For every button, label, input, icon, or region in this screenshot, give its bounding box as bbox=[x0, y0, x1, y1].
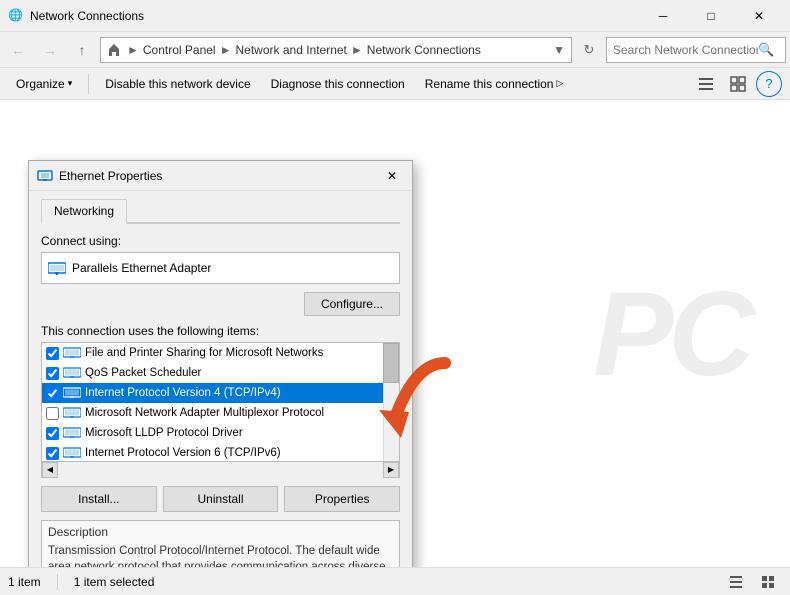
properties-button[interactable]: Properties bbox=[284, 486, 400, 512]
horizontal-scrollbar[interactable]: ◀ ▶ bbox=[41, 462, 400, 478]
status-detail-view[interactable] bbox=[754, 569, 782, 595]
status-view-buttons bbox=[722, 569, 782, 595]
list-item-checkbox[interactable] bbox=[46, 387, 59, 400]
forward-button[interactable]: → bbox=[36, 36, 64, 64]
breadcrumb-home bbox=[107, 42, 123, 57]
search-box[interactable]: 🔍 bbox=[606, 37, 786, 63]
address-path[interactable]: ► Control Panel ► Network and Internet ►… bbox=[100, 37, 572, 63]
arrow-indicator bbox=[365, 348, 455, 448]
path-dropdown[interactable]: ▼ bbox=[553, 43, 565, 57]
networking-tab[interactable]: Networking bbox=[41, 199, 127, 224]
rename-button[interactable]: Rename this connection ▷ bbox=[417, 71, 572, 97]
list-item[interactable]: File and Printer Sharing for Microsoft N… bbox=[42, 343, 383, 363]
list-item-checkbox[interactable] bbox=[46, 347, 59, 360]
change-settings-button[interactable] bbox=[692, 71, 720, 97]
description-group: Description Transmission Control Protoco… bbox=[41, 520, 400, 567]
list-item-icon bbox=[63, 367, 81, 379]
organize-button[interactable]: Organize ▾ bbox=[8, 71, 80, 97]
items-label: This connection uses the following items… bbox=[41, 324, 400, 338]
breadcrumb-control-panel[interactable]: Control Panel bbox=[143, 43, 216, 57]
list-item-checkbox[interactable] bbox=[46, 427, 59, 440]
back-button[interactable]: ← bbox=[4, 36, 32, 64]
list-item-label: Microsoft LLDP Protocol Driver bbox=[85, 427, 243, 439]
list-item-label: Internet Protocol Version 4 (TCP/IPv4) bbox=[85, 387, 281, 399]
dialog-icon bbox=[37, 168, 53, 184]
list-item-label: Internet Protocol Version 6 (TCP/IPv6) bbox=[85, 447, 281, 459]
title-bar: 🌐 Network Connections ─ □ ✕ bbox=[0, 0, 790, 32]
disable-button[interactable]: Disable this network device bbox=[97, 71, 258, 97]
maximize-button[interactable]: □ bbox=[688, 0, 734, 32]
adapter-name: Parallels Ethernet Adapter bbox=[72, 261, 211, 275]
hscroll-left[interactable]: ◀ bbox=[42, 462, 58, 478]
list-item[interactable]: Microsoft Network Adapter Multiplexor Pr… bbox=[42, 403, 383, 423]
search-icon: 🔍 bbox=[758, 42, 774, 58]
dialog-title-bar: Ethernet Properties ✕ bbox=[29, 161, 412, 191]
status-list-view[interactable] bbox=[722, 569, 750, 595]
search-input[interactable] bbox=[613, 43, 758, 57]
main-content: PC Ethernet Properties ✕ bbox=[0, 100, 790, 567]
dialog-body: Networking Connect using: Parallels Ethe… bbox=[29, 191, 412, 567]
settings-icon bbox=[698, 76, 714, 92]
install-button[interactable]: Install... bbox=[41, 486, 157, 512]
address-bar: ← → ↑ ► Control Panel ► Network and Inte… bbox=[0, 32, 790, 68]
dialog-title: Ethernet Properties bbox=[59, 169, 380, 183]
watermark: PC bbox=[593, 265, 750, 403]
list-view-icon bbox=[728, 574, 744, 590]
list-item-label: QoS Packet Scheduler bbox=[85, 367, 201, 379]
items-list: File and Printer Sharing for Microsoft N… bbox=[41, 342, 400, 462]
window-title: Network Connections bbox=[30, 9, 640, 23]
window-icon: 🌐 bbox=[8, 8, 24, 24]
list-item-icon bbox=[63, 347, 81, 359]
list-item-icon bbox=[63, 447, 81, 459]
toolbar-separator bbox=[88, 74, 89, 94]
list-item-checkbox[interactable] bbox=[46, 367, 59, 380]
breadcrumb-network-connections[interactable]: Network Connections bbox=[367, 43, 481, 57]
connect-using-label: Connect using: bbox=[41, 234, 400, 248]
list-item[interactable]: Internet Protocol Version 4 (TCP/IPv4) bbox=[42, 383, 383, 403]
ethernet-properties-dialog: Ethernet Properties ✕ Networking Connect… bbox=[28, 160, 413, 567]
tab-bar: Networking bbox=[41, 199, 400, 224]
description-title: Description bbox=[48, 525, 393, 539]
uninstall-button[interactable]: Uninstall bbox=[163, 486, 279, 512]
list-item[interactable]: Internet Protocol Version 6 (TCP/IPv6) bbox=[42, 443, 383, 462]
selected-count: 1 item selected bbox=[74, 575, 155, 589]
adapter-icon bbox=[48, 261, 66, 275]
organize-chevron: ▾ bbox=[68, 78, 73, 89]
view-toggle-button[interactable] bbox=[724, 71, 752, 97]
up-button[interactable]: ↑ bbox=[68, 36, 96, 64]
list-item[interactable]: QoS Packet Scheduler bbox=[42, 363, 383, 383]
hscroll-right[interactable]: ▶ bbox=[383, 462, 399, 478]
list-item-icon bbox=[63, 427, 81, 439]
help-button[interactable]: ? bbox=[756, 71, 782, 97]
list-item-checkbox[interactable] bbox=[46, 407, 59, 420]
view-icon bbox=[730, 76, 746, 92]
detail-view-icon bbox=[760, 574, 776, 590]
minimize-button[interactable]: ─ bbox=[640, 0, 686, 32]
configure-button[interactable]: Configure... bbox=[304, 292, 400, 316]
breadcrumb-network-internet[interactable]: Network and Internet bbox=[236, 43, 347, 57]
diagnose-button[interactable]: Diagnose this connection bbox=[263, 71, 413, 97]
list-item[interactable]: Microsoft LLDP Protocol Driver bbox=[42, 423, 383, 443]
item-count: 1 item bbox=[8, 575, 41, 589]
list-item-icon bbox=[63, 407, 81, 419]
list-item-label: Microsoft Network Adapter Multiplexor Pr… bbox=[85, 407, 324, 419]
dialog-close-button[interactable]: ✕ bbox=[380, 164, 404, 188]
toolbar-right: ? bbox=[692, 71, 782, 97]
adapter-box: Parallels Ethernet Adapter bbox=[41, 252, 400, 284]
window-controls: ─ □ ✕ bbox=[640, 0, 782, 32]
status-bar: 1 item 1 item selected bbox=[0, 567, 790, 595]
rename-chevron: ▷ bbox=[556, 78, 563, 89]
close-button[interactable]: ✕ bbox=[736, 0, 782, 32]
hscroll-track[interactable] bbox=[58, 462, 383, 478]
action-buttons: Install... Uninstall Properties bbox=[41, 486, 400, 512]
list-item-icon bbox=[63, 387, 81, 399]
refresh-button[interactable]: ↻ bbox=[576, 37, 602, 63]
status-separator bbox=[57, 574, 58, 590]
description-text: Transmission Control Protocol/Internet P… bbox=[48, 543, 393, 567]
toolbar: Organize ▾ Disable this network device D… bbox=[0, 68, 790, 100]
list-item-label: File and Printer Sharing for Microsoft N… bbox=[85, 347, 323, 359]
list-item-checkbox[interactable] bbox=[46, 447, 59, 460]
